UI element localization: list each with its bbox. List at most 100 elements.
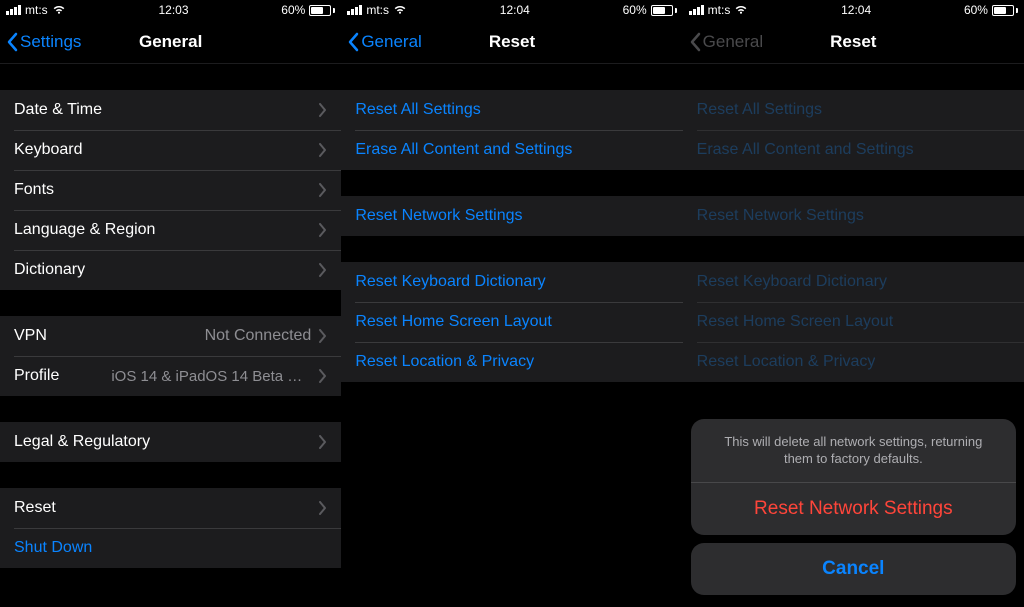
wifi-icon: [734, 5, 748, 15]
chevron-right-icon: [319, 183, 327, 197]
action-sheet-group: This will delete all network settings, r…: [691, 419, 1016, 535]
chevron-right-icon: [319, 329, 327, 343]
signal-icon: [347, 5, 362, 15]
row-reset-keyboard-dict: Reset Keyboard Dictionary: [683, 262, 1024, 302]
row-date-time[interactable]: Date & Time: [0, 90, 341, 130]
battery-icon: [309, 5, 335, 16]
back-label: General: [703, 32, 763, 52]
cancel-button[interactable]: Cancel: [691, 543, 1016, 595]
row-label: Reset Location & Privacy: [697, 353, 876, 371]
row-fonts[interactable]: Fonts: [0, 170, 341, 210]
chevron-right-icon: [319, 103, 327, 117]
battery-icon: [651, 5, 677, 16]
nav-bar: General Reset: [341, 20, 682, 64]
battery-icon: [992, 5, 1018, 16]
row-label: Legal & Regulatory: [14, 433, 150, 451]
confirm-reset-network-button[interactable]: Reset Network Settings: [691, 483, 1016, 535]
group-reset-2: Reset Network Settings: [341, 196, 682, 236]
chevron-right-icon: [319, 223, 327, 237]
nav-bar: Settings General: [0, 20, 341, 64]
row-label: VPN: [14, 327, 47, 345]
screen-reset-confirm: mt:s 12:04 60% General Reset Reset All S…: [683, 0, 1024, 607]
chevron-left-icon: [347, 32, 359, 52]
vpn-status: Not Connected: [205, 327, 312, 345]
group-reset-1: Reset All Settings Erase All Content and…: [683, 90, 1024, 170]
row-reset-home-layout: Reset Home Screen Layout: [683, 302, 1024, 342]
status-bar: mt:s 12:03 60%: [0, 0, 341, 20]
row-reset-network[interactable]: Reset Network Settings: [341, 196, 682, 236]
page-title: General: [139, 32, 202, 52]
chevron-right-icon: [319, 263, 327, 277]
row-reset-keyboard-dict[interactable]: Reset Keyboard Dictionary: [341, 262, 682, 302]
row-reset-home-layout[interactable]: Reset Home Screen Layout: [341, 302, 682, 342]
page-title: Reset: [830, 32, 876, 52]
row-label: Reset All Settings: [697, 101, 822, 119]
group-reset-3: Reset Keyboard Dictionary Reset Home Scr…: [341, 262, 682, 382]
row-vpn[interactable]: VPN Not Connected: [0, 316, 341, 356]
profile-value: iOS 14 & iPadOS 14 Beta Softwar...: [111, 368, 311, 385]
row-erase-all[interactable]: Erase All Content and Settings: [341, 130, 682, 170]
row-label: Reset Home Screen Layout: [697, 313, 894, 331]
battery-pct: 60%: [623, 3, 647, 17]
row-shutdown[interactable]: Shut Down: [0, 528, 341, 568]
row-label: Erase All Content and Settings: [697, 141, 914, 159]
back-button[interactable]: General: [347, 32, 421, 52]
row-label: Keyboard: [14, 141, 83, 159]
carrier-label: mt:s: [708, 3, 731, 17]
chevron-right-icon: [319, 501, 327, 515]
row-label: Erase All Content and Settings: [355, 141, 572, 159]
chevron-left-icon: [6, 32, 18, 52]
content: Date & Time Keyboard Fonts Language & Re…: [0, 64, 341, 568]
action-sheet-message: This will delete all network settings, r…: [691, 419, 1016, 483]
carrier-label: mt:s: [366, 3, 389, 17]
group-legal: Legal & Regulatory: [0, 422, 341, 462]
carrier-label: mt:s: [25, 3, 48, 17]
row-legal[interactable]: Legal & Regulatory: [0, 422, 341, 462]
row-language-region[interactable]: Language & Region: [0, 210, 341, 250]
nav-bar: General Reset: [683, 20, 1024, 64]
row-profile[interactable]: Profile iOS 14 & iPadOS 14 Beta Softwar.…: [0, 356, 341, 396]
chevron-right-icon: [319, 369, 327, 383]
row-reset[interactable]: Reset: [0, 488, 341, 528]
row-label: Reset: [14, 499, 56, 517]
clock: 12:04: [500, 3, 530, 17]
back-label: General: [361, 32, 421, 52]
battery-pct: 60%: [964, 3, 988, 17]
row-reset-location-privacy: Reset Location & Privacy: [683, 342, 1024, 382]
chevron-left-icon: [689, 32, 701, 52]
clock: 12:04: [841, 3, 871, 17]
page-title: Reset: [489, 32, 535, 52]
content: Reset All Settings Erase All Content and…: [341, 64, 682, 382]
row-dictionary[interactable]: Dictionary: [0, 250, 341, 290]
group-reset-1: Reset All Settings Erase All Content and…: [341, 90, 682, 170]
row-reset-all-settings[interactable]: Reset All Settings: [341, 90, 682, 130]
group-reset-2: Reset Network Settings: [683, 196, 1024, 236]
row-label: Language & Region: [14, 221, 155, 239]
back-button[interactable]: Settings: [6, 32, 81, 52]
battery-pct: 60%: [281, 3, 305, 17]
content: Reset All Settings Erase All Content and…: [683, 64, 1024, 382]
row-label: Reset Keyboard Dictionary: [355, 273, 545, 291]
row-reset-location-privacy[interactable]: Reset Location & Privacy: [341, 342, 682, 382]
row-label: Reset Network Settings: [355, 207, 522, 225]
group-vpn-profile: VPN Not Connected Profile iOS 14 & iPadO…: [0, 316, 341, 396]
wifi-icon: [393, 5, 407, 15]
status-bar: mt:s 12:04 60%: [683, 0, 1024, 20]
screen-reset: mt:s 12:04 60% General Reset Reset All S…: [341, 0, 682, 607]
group-reset-shutdown: Reset Shut Down: [0, 488, 341, 568]
row-label: Reset Home Screen Layout: [355, 313, 552, 331]
row-label: Reset All Settings: [355, 101, 480, 119]
row-keyboard[interactable]: Keyboard: [0, 130, 341, 170]
row-reset-network: Reset Network Settings: [683, 196, 1024, 236]
clock: 12:03: [158, 3, 188, 17]
back-label: Settings: [20, 32, 81, 52]
row-label: Profile: [14, 367, 59, 385]
chevron-right-icon: [319, 143, 327, 157]
row-label: Shut Down: [14, 539, 92, 557]
screen-general: mt:s 12:03 60% Settings General Date &: [0, 0, 341, 607]
status-bar: mt:s 12:04 60%: [341, 0, 682, 20]
row-label: Reset Keyboard Dictionary: [697, 273, 887, 291]
row-erase-all: Erase All Content and Settings: [683, 130, 1024, 170]
row-label: Date & Time: [14, 101, 102, 119]
row-label: Fonts: [14, 181, 54, 199]
